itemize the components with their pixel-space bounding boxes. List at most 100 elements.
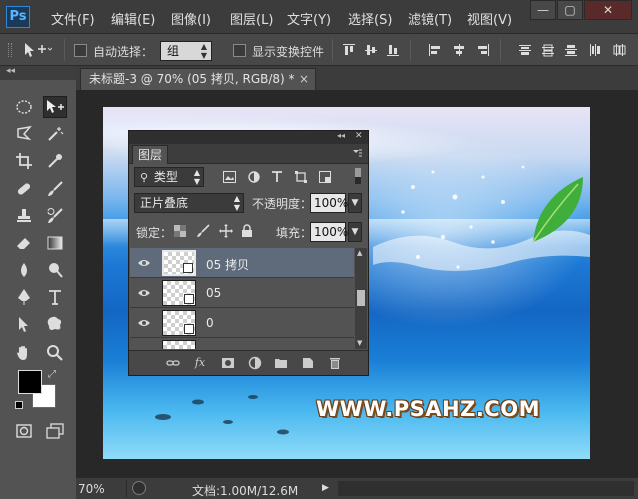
auto-select-dropdown[interactable]: 组 ▲ ▼ — [160, 41, 212, 61]
marquee-tool[interactable] — [12, 96, 36, 118]
menu-type[interactable]: 文字(Y) — [287, 9, 331, 28]
lock-pixels-icon[interactable] — [196, 224, 210, 238]
move-tool[interactable] — [43, 96, 67, 118]
close-tab-icon[interactable]: × — [299, 69, 309, 89]
gradient-tool[interactable] — [43, 232, 67, 254]
pen-tool[interactable] — [12, 286, 36, 308]
layer-row[interactable] — [130, 338, 354, 349]
show-transform-checkbox[interactable] — [233, 44, 246, 57]
document-profile-icon[interactable] — [132, 481, 146, 495]
align-hcenter-icon[interactable] — [452, 43, 466, 57]
adjustment-icon[interactable] — [248, 356, 262, 370]
layer-name[interactable]: 05 拷贝 — [206, 256, 249, 273]
distribute-bottom-icon[interactable] — [564, 43, 578, 57]
scrollbar-thumb[interactable] — [357, 290, 365, 306]
menu-view[interactable]: 视图(V) — [467, 9, 512, 28]
magic-wand-tool[interactable] — [43, 123, 67, 145]
swap-colors-icon[interactable]: ⤢ — [48, 369, 56, 380]
crop-tool[interactable] — [12, 150, 36, 172]
dodge-tool[interactable] — [43, 259, 67, 281]
opacity-slider-button[interactable]: ▼ — [348, 193, 362, 213]
mask-icon[interactable] — [221, 356, 235, 370]
filter-pixel-icon[interactable] — [223, 171, 236, 183]
align-top-icon[interactable] — [342, 43, 356, 57]
layer-filter-dropdown[interactable]: ⚲ 类型 ▲ ▼ — [134, 167, 204, 187]
layer-row[interactable]: 05 拷贝 — [130, 248, 354, 278]
path-selection-tool[interactable] — [12, 313, 36, 335]
fill-slider-button[interactable]: ▼ — [348, 222, 362, 242]
default-colors-icon[interactable] — [15, 401, 23, 409]
scroll-down-icon[interactable]: ▼ — [357, 339, 362, 347]
menu-select[interactable]: 选择(S) — [348, 9, 392, 28]
minimize-button[interactable]: — — [530, 0, 556, 20]
foreground-color-swatch[interactable] — [18, 370, 42, 394]
lock-transparent-icon[interactable] — [174, 225, 186, 237]
close-window-button[interactable]: ✕ — [584, 0, 632, 20]
brush-tool[interactable] — [43, 178, 67, 200]
auto-select-checkbox[interactable] — [74, 44, 87, 57]
link-icon[interactable] — [166, 356, 180, 370]
layer-name[interactable]: 05 — [206, 286, 221, 300]
filter-adjustment-icon[interactable] — [248, 171, 260, 183]
layer-name[interactable]: 0 — [206, 316, 214, 330]
collapse-panel-icon[interactable]: ◂◂ — [337, 131, 345, 140]
document-tab[interactable]: 未标题-3 @ 70% (05 拷贝, RGB/8) * × — [80, 68, 316, 90]
move-tool-preset-icon[interactable] — [22, 40, 53, 63]
align-right-icon[interactable] — [476, 43, 490, 57]
distribute-top-icon[interactable] — [518, 43, 532, 57]
opacity-input[interactable]: 100% — [310, 193, 348, 213]
restore-button[interactable]: ▢ — [557, 0, 583, 20]
blend-mode-dropdown[interactable]: 正片叠底 ▲ ▼ — [134, 193, 244, 213]
horizontal-scrollbar[interactable] — [338, 481, 634, 496]
lock-all-icon[interactable] — [241, 224, 253, 238]
custom-shape-tool[interactable] — [43, 313, 67, 335]
quick-mask-button[interactable] — [12, 420, 36, 442]
healing-brush-tool[interactable] — [12, 178, 36, 200]
fx-icon[interactable]: fx — [193, 356, 207, 370]
trash-icon[interactable] — [328, 356, 342, 370]
menu-edit[interactable]: 编辑(E) — [111, 9, 155, 28]
eye-icon[interactable] — [138, 317, 150, 329]
eyedropper-tool[interactable] — [43, 150, 67, 172]
distribute-left-icon[interactable] — [588, 43, 602, 57]
fill-input[interactable]: 100% — [310, 222, 348, 242]
panel-title-bar[interactable]: ◂◂ ✕ — [129, 131, 368, 144]
screen-mode-button[interactable] — [43, 420, 67, 442]
filter-shape-icon[interactable] — [295, 171, 307, 183]
eraser-tool[interactable] — [12, 232, 36, 254]
menu-file[interactable]: 文件(F) — [51, 9, 95, 28]
menu-layer[interactable]: 图层(L) — [230, 9, 273, 28]
menu-filter[interactable]: 滤镜(T) — [408, 9, 452, 28]
menu-image[interactable]: 图像(I) — [171, 9, 211, 28]
eye-icon[interactable] — [138, 257, 150, 269]
eye-icon[interactable] — [138, 287, 150, 299]
align-left-icon[interactable] — [428, 43, 442, 57]
hand-tool[interactable] — [12, 342, 36, 364]
close-panel-icon[interactable]: ✕ — [355, 131, 363, 141]
panel-menu-icon[interactable] — [351, 147, 363, 159]
blur-tool[interactable] — [12, 259, 36, 281]
status-menu-arrow-icon[interactable]: ▶ — [322, 483, 329, 493]
zoom-tool[interactable] — [43, 342, 67, 364]
align-vcenter-icon[interactable] — [364, 43, 378, 57]
align-bottom-icon[interactable] — [386, 43, 400, 57]
filter-type-icon[interactable] — [271, 170, 283, 183]
scroll-up-icon[interactable]: ▲ — [357, 249, 362, 257]
layer-list-scrollbar[interactable]: ▲ ▼ — [355, 248, 367, 349]
filter-toggle-switch[interactable] — [354, 167, 362, 185]
collapse-icon[interactable]: ◂◂ — [6, 66, 15, 76]
lock-position-icon[interactable] — [219, 224, 233, 238]
new-layer-icon[interactable] — [301, 356, 315, 370]
lasso-tool[interactable] — [12, 123, 36, 145]
type-tool[interactable] — [43, 286, 67, 308]
filter-smart-object-icon[interactable] — [319, 171, 331, 183]
layer-row[interactable]: 0 — [130, 308, 354, 338]
history-brush-tool[interactable] — [43, 205, 67, 227]
layer-row[interactable]: 05 — [130, 278, 354, 308]
clone-stamp-tool[interactable] — [12, 205, 36, 227]
distribute-vcenter-icon[interactable] — [541, 43, 555, 57]
distribute-hcenter-icon[interactable] — [612, 43, 626, 57]
zoom-level[interactable]: 70% — [78, 482, 105, 496]
tab-layers[interactable]: 图层 — [132, 145, 168, 164]
folder-icon[interactable] — [274, 356, 288, 370]
